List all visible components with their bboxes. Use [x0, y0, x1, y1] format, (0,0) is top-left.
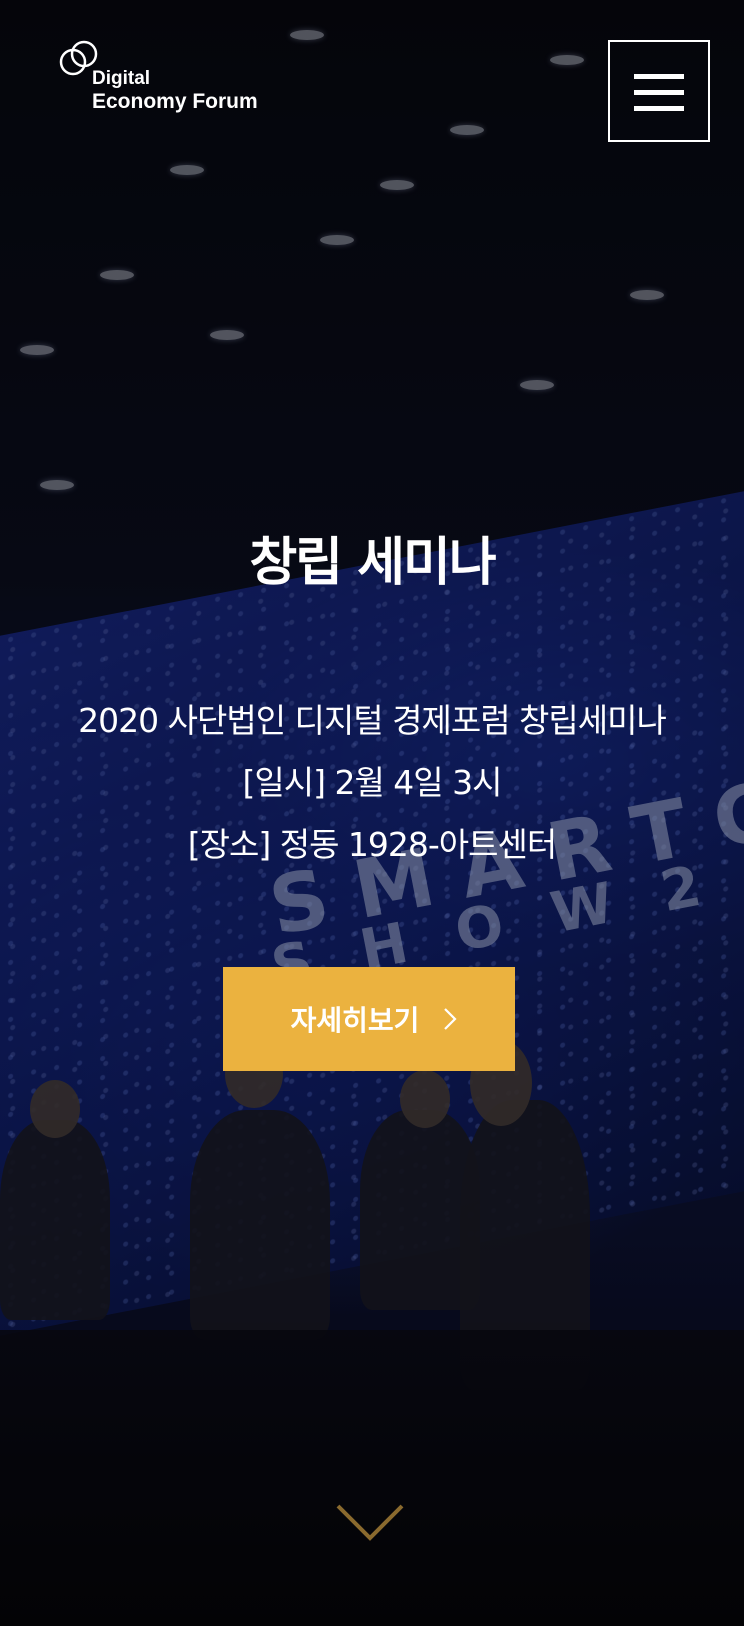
logo-text-line2: Economy Forum	[92, 90, 258, 113]
event-venue: [장소] 정동 1928-아트센터	[187, 825, 558, 864]
logo-text-line1: Digital	[92, 68, 151, 89]
event-datetime: [일시] 2월 4일 3시	[242, 763, 502, 802]
view-details-label: 자세히보기	[290, 1004, 420, 1037]
event-name: 2020 사단법인 디지털 경제포럼 창립세미나	[78, 701, 667, 740]
hamburger-menu-icon-bar	[634, 90, 684, 95]
chevron-right-icon	[444, 1008, 457, 1030]
chevron-down-icon[interactable]	[334, 1500, 406, 1544]
hamburger-menu-icon-bar	[634, 106, 684, 111]
view-details-button[interactable]: 자세히보기	[223, 967, 515, 1071]
site-logo[interactable]: Digital Economy Forum	[56, 38, 266, 118]
hero-title: 창립 세미나	[249, 533, 496, 593]
event-description: 2020 사단법인 디지털 경제포럼 창립세미나 [일시] 2월 4일 3시 […	[0, 690, 744, 876]
hamburger-menu-button[interactable]	[608, 40, 710, 142]
hamburger-menu-icon-bar	[634, 74, 684, 79]
